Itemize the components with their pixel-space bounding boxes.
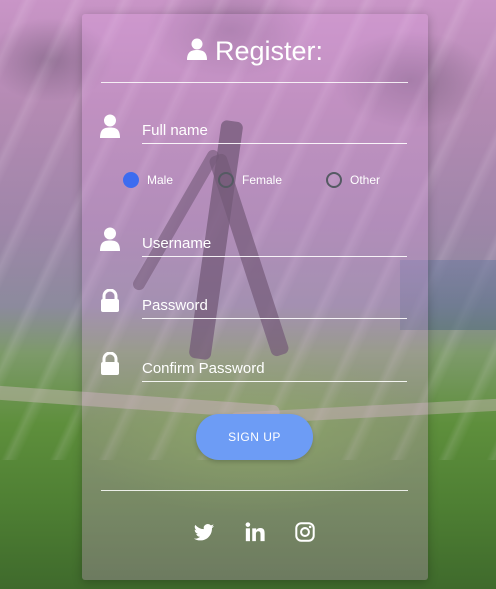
- gender-radio-group: Male Female Other: [82, 172, 428, 192]
- radio-other-label: Other: [350, 173, 381, 187]
- radio-female-circle[interactable]: [218, 172, 234, 188]
- social-links: [82, 521, 428, 545]
- lock-icon: [100, 288, 124, 315]
- instagram-icon[interactable]: [294, 521, 316, 543]
- radio-male-label: Male: [147, 173, 174, 187]
- page-title: Register:: [214, 35, 324, 66]
- twitter-icon[interactable]: [193, 521, 215, 543]
- radio-female-label: Female: [242, 173, 283, 187]
- password-input[interactable]: [142, 293, 407, 319]
- fullname-input[interactable]: [142, 118, 407, 144]
- confirm-password-field: [82, 351, 428, 392]
- radio-other-circle[interactable]: [326, 172, 342, 188]
- header-divider: [101, 82, 408, 83]
- user-icon: [186, 38, 207, 65]
- register-card: Register: Male Female Other: [82, 14, 428, 580]
- radio-male-circle[interactable]: [123, 172, 139, 188]
- confirm-password-input[interactable]: [142, 356, 407, 382]
- user-icon: [100, 227, 124, 253]
- gender-radio-female[interactable]: Female: [218, 172, 282, 188]
- username-input[interactable]: [142, 231, 407, 257]
- footer-divider: [101, 490, 408, 491]
- form-header: Register:: [82, 34, 428, 68]
- gender-radio-other[interactable]: Other: [326, 172, 380, 188]
- signup-button[interactable]: SIGN UP: [196, 414, 313, 460]
- password-field: [82, 288, 428, 329]
- user-icon: [100, 114, 124, 140]
- lock-icon: [100, 351, 124, 378]
- linkedin-icon[interactable]: [244, 521, 266, 543]
- gender-radio-male[interactable]: Male: [123, 172, 173, 188]
- fullname-field: [82, 114, 428, 154]
- username-field: [82, 227, 428, 267]
